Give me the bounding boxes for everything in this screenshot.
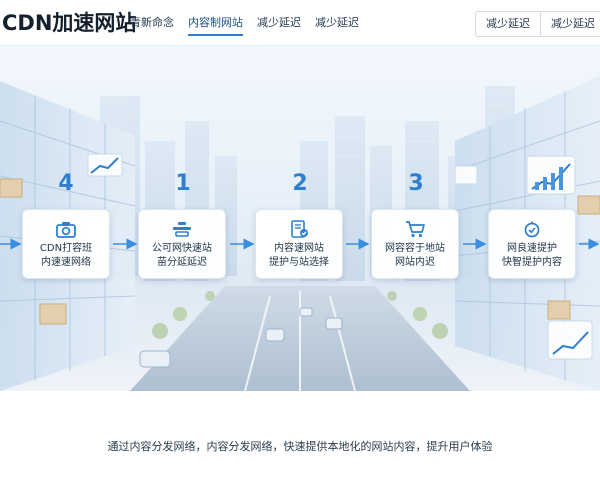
tagline-text: 通过内容分发网络，内容分发网络，快速提供本地化的网站内容，提升用户体验 xyxy=(107,440,493,453)
main-nav: 青新命念 内容制网站 减少延迟 减少延迟 xyxy=(130,0,373,46)
step-card-1-line-1: CDN打容班 xyxy=(39,243,93,254)
hero-banner: 4 1 2 3 CDN打容班 内速速网络 公可网快速站 苗分延延迟 内容速网站 … xyxy=(0,46,600,391)
nav-item-reduce-latency[interactable]: 减少延迟 xyxy=(257,0,301,46)
site-logo[interactable]: CDN加速网站 xyxy=(0,8,136,38)
step-card-5[interactable]: 网良速提护 快智提护内容 xyxy=(488,209,576,279)
step-card-2-line-2: 苗分延延迟 xyxy=(157,257,207,268)
step-card-3[interactable]: 内容速网站 提护与站选择 xyxy=(255,209,343,279)
step-card-5-line-1: 网良速提护 xyxy=(507,243,557,254)
cart-icon xyxy=(406,221,425,238)
top-header: CDN加速网站 青新命念 内容制网站 减少延迟 减少延迟 减少延迟 减少延迟 xyxy=(0,0,600,46)
clock-check-icon xyxy=(524,221,540,238)
camera-icon xyxy=(56,222,76,238)
step-card-4-line-2: 网站内迟 xyxy=(395,257,435,268)
header-button-group: 减少延迟 减少延迟 xyxy=(475,11,600,37)
step-number-2: 1 xyxy=(175,171,191,196)
step-card-2-line-1: 公可网快速站 xyxy=(152,243,212,254)
step-number-1: 4 xyxy=(58,171,74,196)
nav-item-reduce-latency-2[interactable]: 减少延迟 xyxy=(315,0,359,46)
step-card-1[interactable]: CDN打容班 内速速网络 xyxy=(22,209,110,279)
nav-item-content-site[interactable]: 内容制网站 xyxy=(188,0,243,46)
document-shield-icon xyxy=(291,220,308,238)
server-icon xyxy=(173,222,191,237)
step-number-3: 2 xyxy=(292,171,308,196)
step-card-1-line-2: 内速速网络 xyxy=(41,257,91,268)
header-button-reduce-latency-2[interactable]: 减少延迟 xyxy=(540,12,600,36)
step-card-5-line-2: 快智提护内容 xyxy=(502,257,562,268)
header-button-reduce-latency[interactable]: 减少延迟 xyxy=(476,12,540,36)
step-card-4[interactable]: 网容容于地站 网站内迟 xyxy=(371,209,459,279)
step-card-3-line-2: 提护与站选择 xyxy=(269,257,329,268)
step-number-4: 3 xyxy=(408,171,424,196)
step-card-4-line-1: 网容容于地站 xyxy=(385,243,445,254)
step-card-3-line-1: 内容速网站 xyxy=(274,243,324,254)
nav-item-news[interactable]: 青新命念 xyxy=(130,0,174,46)
step-card-2[interactable]: 公可网快速站 苗分延延迟 xyxy=(138,209,226,279)
